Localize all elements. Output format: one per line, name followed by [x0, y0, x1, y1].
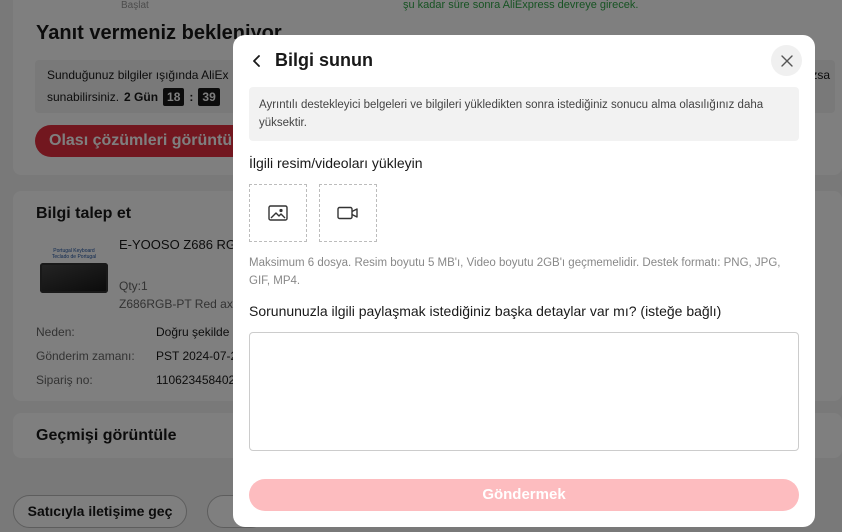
details-textarea[interactable] — [249, 332, 799, 451]
notice-text: Ayrıntılı destekleyici belgeleri ve bilg… — [259, 99, 764, 129]
upload-video-button[interactable] — [319, 184, 377, 242]
details-heading: Sorununuzla ilgili paylaşmak istediğiniz… — [249, 303, 722, 319]
upload-hint: Maksimum 6 dosya. Resim boyutu 5 MB'ı, V… — [249, 257, 781, 287]
chevron-left-icon[interactable] — [247, 51, 267, 71]
submit-info-modal: Bilgi sunun Ayrıntılı destekleyici belge… — [233, 35, 815, 527]
upload-heading: İlgili resim/videoları yükleyin — [249, 155, 423, 171]
close-icon[interactable] — [771, 45, 802, 76]
submit-label: Göndermek — [482, 486, 566, 503]
upload-image-button[interactable] — [249, 184, 307, 242]
notice-box: Ayrıntılı destekleyici belgeleri ve bilg… — [249, 87, 799, 141]
modal-title: Bilgi sunun — [275, 50, 373, 70]
submit-button[interactable]: Göndermek — [249, 479, 799, 511]
video-camera-icon — [337, 206, 359, 220]
image-icon — [268, 205, 288, 221]
